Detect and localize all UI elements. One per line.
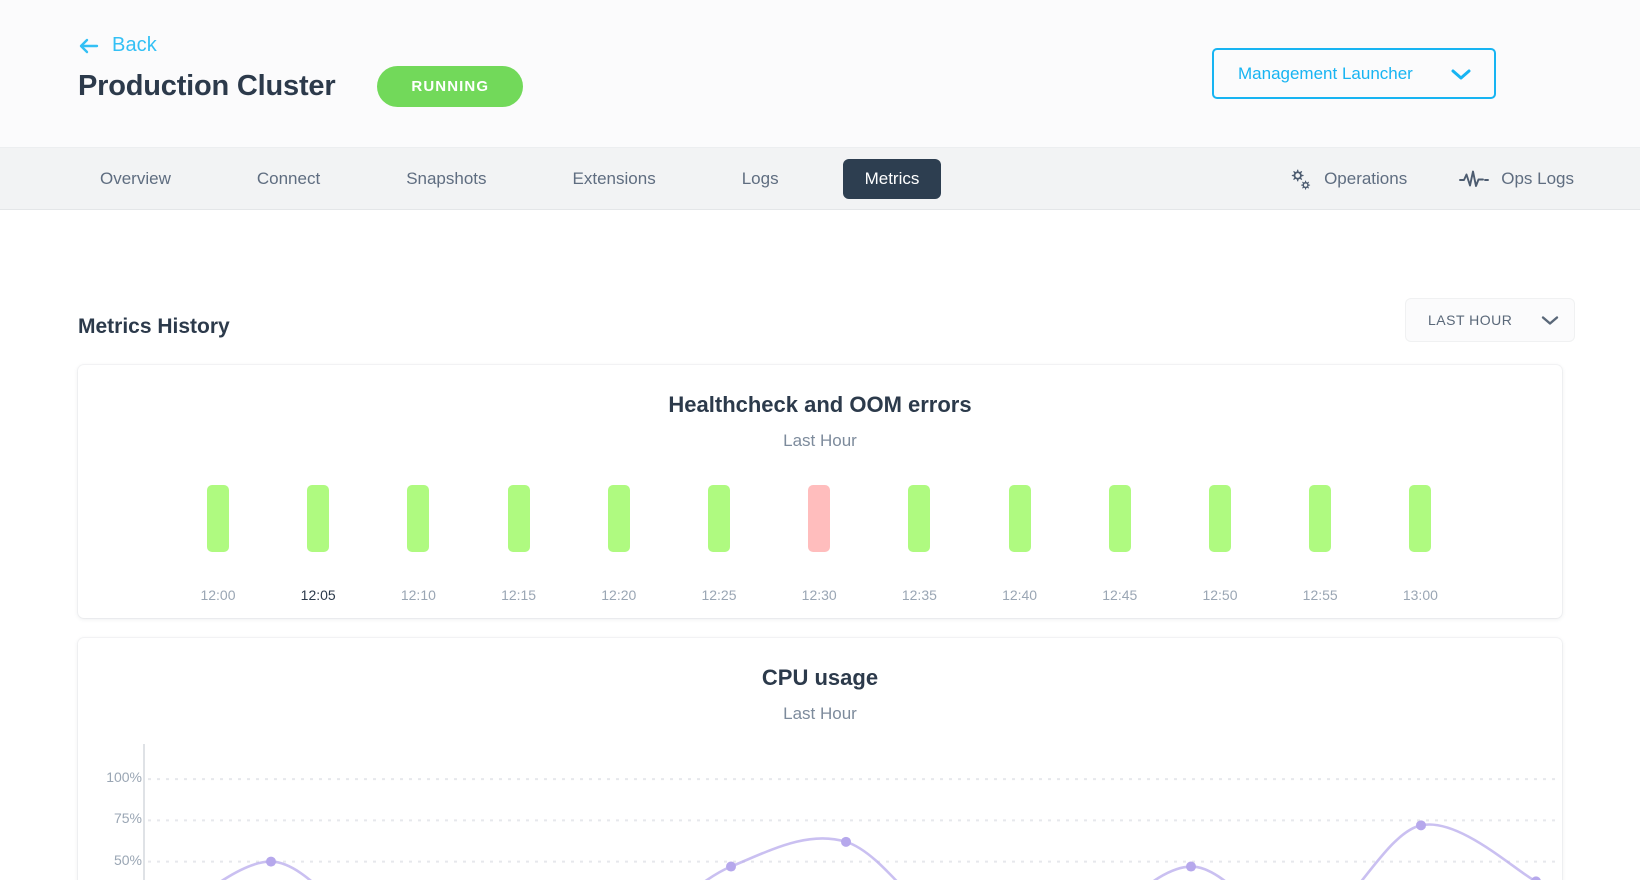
nav-action-ops-logs[interactable]: Ops Logs <box>1459 169 1574 189</box>
cpu-data-point[interactable] <box>1186 861 1196 872</box>
healthcheck-bar[interactable] <box>808 485 831 552</box>
healthcheck-x-label: 12:05 <box>300 587 336 603</box>
healthcheck-x-label: 12:40 <box>1002 587 1038 603</box>
healthcheck-bar-column[interactable]: 12:40 <box>983 485 1057 603</box>
chevron-down-icon <box>1540 314 1560 327</box>
healthcheck-bar[interactable] <box>507 485 530 552</box>
healthcheck-x-label: 12:25 <box>701 587 737 603</box>
healthcheck-bar-column[interactable]: 12:55 <box>1283 485 1357 603</box>
healthcheck-bar-plot: 12:00 12:05 12:10 12:15 12:20 12:25 12:30 12:35… <box>78 473 1562 603</box>
tab-overview[interactable]: Overview <box>78 159 193 199</box>
cpu-y-tick-label: 50% <box>113 851 142 868</box>
back-link[interactable]: Back <box>78 34 157 57</box>
healthcheck-bar[interactable] <box>1108 485 1131 552</box>
healthcheck-bar[interactable] <box>607 485 630 552</box>
healthcheck-bar-column[interactable]: 12:20 <box>582 485 656 603</box>
healthcheck-bar[interactable] <box>1309 485 1332 552</box>
cpu-data-point[interactable] <box>726 861 736 872</box>
healthcheck-bar-column[interactable]: 13:00 <box>1383 485 1457 603</box>
time-range-select[interactable]: LAST HOUR <box>1406 299 1574 341</box>
healthcheck-x-label: 12:20 <box>601 587 637 603</box>
healthcheck-bar-column[interactable]: 12:05 <box>281 485 355 603</box>
activity-pulse-icon <box>1459 169 1490 189</box>
healthcheck-bar-column[interactable]: 12:25 <box>682 485 756 603</box>
main-content: Metrics History LAST HOUR Healthcheck an… <box>0 210 1640 880</box>
cogs-icon <box>1288 168 1312 190</box>
healthcheck-bar[interactable] <box>708 485 730 552</box>
tab-snapshots[interactable]: Snapshots <box>384 159 508 199</box>
cpu-chart-svg <box>143 744 1556 880</box>
chart-card-cpu: CPU usage Last Hour 100% 75% 50% <box>78 638 1562 880</box>
healthcheck-bar-column[interactable]: 12:45 <box>1083 485 1157 603</box>
healthcheck-bar[interactable] <box>1008 485 1031 552</box>
healthcheck-x-label: 12:30 <box>801 587 837 603</box>
tab-extensions[interactable]: Extensions <box>551 159 678 199</box>
cpu-data-point[interactable] <box>1531 876 1541 880</box>
arrow-left-icon <box>78 36 100 56</box>
management-launcher-dropdown[interactable]: Management Launcher <box>1212 48 1496 99</box>
chevron-down-icon <box>1450 67 1472 81</box>
tab-connect[interactable]: Connect <box>235 159 342 199</box>
healthcheck-x-label: 12:00 <box>200 587 236 603</box>
healthcheck-x-label: 12:50 <box>1202 587 1238 603</box>
healthcheck-bar-column[interactable]: 12:50 <box>1183 485 1257 603</box>
nav-actions: Operations Ops Logs <box>1288 148 1574 210</box>
status-badge: RUNNING <box>377 66 524 107</box>
healthcheck-bar[interactable] <box>1209 485 1231 552</box>
nav-action-operations[interactable]: Operations <box>1288 168 1407 190</box>
chart-subtitle-healthcheck: Last Hour <box>783 431 857 450</box>
healthcheck-bar-column[interactable]: 12:30 <box>782 485 856 603</box>
cpu-data-point[interactable] <box>841 836 851 847</box>
healthcheck-bar[interactable] <box>307 485 330 552</box>
page-header: Back Production Cluster RUNNING Manageme… <box>0 0 1640 148</box>
nav-action-ops-logs-label: Ops Logs <box>1501 169 1574 188</box>
title-row: Production Cluster RUNNING <box>78 66 524 107</box>
healthcheck-bar-column[interactable]: 12:00 <box>181 485 255 603</box>
nav-action-operations-label: Operations <box>1324 169 1408 188</box>
nav-tabs: Overview Connect Snapshots Extensions Lo… <box>78 148 942 210</box>
healthcheck-bar-column[interactable]: 12:15 <box>482 485 556 603</box>
cpu-line-plot: 100% 75% 50% <box>78 742 1562 880</box>
healthcheck-x-label: 12:45 <box>1102 587 1138 603</box>
healthcheck-bar[interactable] <box>407 485 430 552</box>
healthcheck-bar-column[interactable]: 12:35 <box>882 485 956 603</box>
back-label: Back <box>112 34 157 56</box>
cpu-y-tick-label: 75% <box>113 810 142 827</box>
chart-title-healthcheck: Healthcheck and OOM errors <box>668 392 972 417</box>
healthcheck-x-label: 12:10 <box>400 587 436 603</box>
page-title: Production Cluster <box>78 70 336 102</box>
healthcheck-bar-column[interactable]: 12:10 <box>381 485 455 603</box>
healthcheck-x-label: 12:15 <box>501 587 537 603</box>
cpu-usage-line <box>220 823 1537 880</box>
management-launcher-label: Management Launcher <box>1238 63 1413 83</box>
healthcheck-x-label: 12:35 <box>901 587 937 603</box>
healthcheck-x-label: 12:55 <box>1302 587 1338 603</box>
tab-metrics[interactable]: Metrics <box>842 159 942 199</box>
healthcheck-x-label: 13:00 <box>1402 587 1438 603</box>
nav-tabbar: Overview Connect Snapshots Extensions Lo… <box>0 148 1640 210</box>
tab-logs[interactable]: Logs <box>720 159 801 199</box>
section-title: Metrics History <box>78 315 230 338</box>
healthcheck-bar[interactable] <box>1409 485 1432 552</box>
cpu-y-tick-label: 100% <box>106 769 142 786</box>
healthcheck-bar[interactable] <box>908 485 931 552</box>
cpu-data-point[interactable] <box>266 856 276 867</box>
healthcheck-bar[interactable] <box>207 485 229 552</box>
time-range-value: LAST HOUR <box>1428 312 1513 328</box>
chart-title-cpu: CPU usage <box>761 665 879 690</box>
chart-card-healthcheck: Healthcheck and OOM errors Last Hour 12:… <box>78 365 1562 618</box>
cpu-data-point[interactable] <box>1416 820 1426 831</box>
chart-subtitle-cpu: Last Hour <box>783 704 857 723</box>
